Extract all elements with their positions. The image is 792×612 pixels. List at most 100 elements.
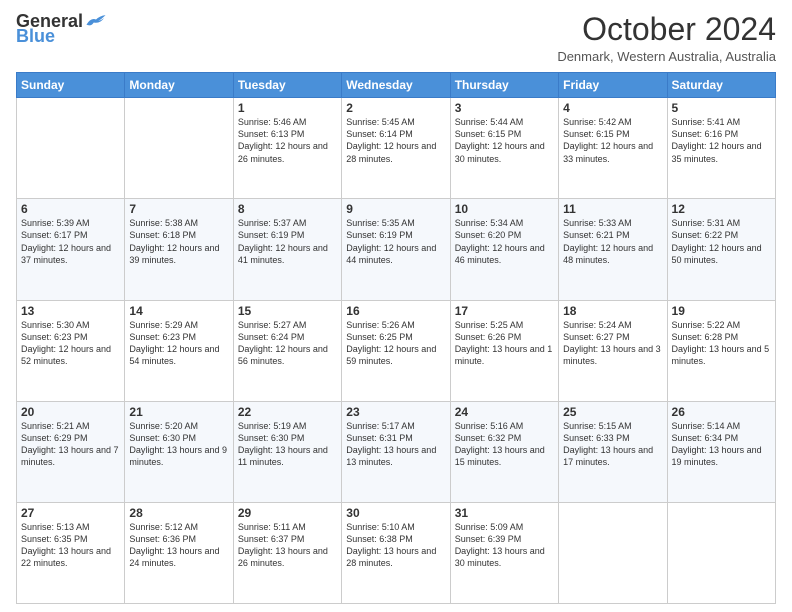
- day-info: Sunrise: 5:16 AM Sunset: 6:32 PM Dayligh…: [455, 420, 554, 469]
- day-number: 31: [455, 506, 554, 520]
- day-number: 16: [346, 304, 445, 318]
- day-number: 27: [21, 506, 120, 520]
- calendar-cell: 12Sunrise: 5:31 AM Sunset: 6:22 PM Dayli…: [667, 199, 775, 300]
- col-sunday: Sunday: [17, 73, 125, 98]
- day-number: 4: [563, 101, 662, 115]
- calendar-cell: 2Sunrise: 5:45 AM Sunset: 6:14 PM Daylig…: [342, 98, 450, 199]
- calendar-week-row: 6Sunrise: 5:39 AM Sunset: 6:17 PM Daylig…: [17, 199, 776, 300]
- day-number: 10: [455, 202, 554, 216]
- col-saturday: Saturday: [667, 73, 775, 98]
- day-info: Sunrise: 5:10 AM Sunset: 6:38 PM Dayligh…: [346, 521, 445, 570]
- col-tuesday: Tuesday: [233, 73, 341, 98]
- col-wednesday: Wednesday: [342, 73, 450, 98]
- day-info: Sunrise: 5:22 AM Sunset: 6:28 PM Dayligh…: [672, 319, 771, 368]
- calendar-cell: 19Sunrise: 5:22 AM Sunset: 6:28 PM Dayli…: [667, 300, 775, 401]
- calendar-cell: 31Sunrise: 5:09 AM Sunset: 6:39 PM Dayli…: [450, 502, 558, 603]
- day-number: 3: [455, 101, 554, 115]
- logo-blue-text: Blue: [16, 26, 55, 47]
- calendar-table: Sunday Monday Tuesday Wednesday Thursday…: [16, 72, 776, 604]
- day-number: 23: [346, 405, 445, 419]
- calendar-cell: 21Sunrise: 5:20 AM Sunset: 6:30 PM Dayli…: [125, 401, 233, 502]
- col-thursday: Thursday: [450, 73, 558, 98]
- calendar-cell: 11Sunrise: 5:33 AM Sunset: 6:21 PM Dayli…: [559, 199, 667, 300]
- day-number: 11: [563, 202, 662, 216]
- calendar-cell: 10Sunrise: 5:34 AM Sunset: 6:20 PM Dayli…: [450, 199, 558, 300]
- calendar-cell: 7Sunrise: 5:38 AM Sunset: 6:18 PM Daylig…: [125, 199, 233, 300]
- calendar-week-row: 1Sunrise: 5:46 AM Sunset: 6:13 PM Daylig…: [17, 98, 776, 199]
- day-info: Sunrise: 5:29 AM Sunset: 6:23 PM Dayligh…: [129, 319, 228, 368]
- calendar-cell: [667, 502, 775, 603]
- calendar-cell: 9Sunrise: 5:35 AM Sunset: 6:19 PM Daylig…: [342, 199, 450, 300]
- day-number: 2: [346, 101, 445, 115]
- col-friday: Friday: [559, 73, 667, 98]
- day-number: 17: [455, 304, 554, 318]
- day-info: Sunrise: 5:33 AM Sunset: 6:21 PM Dayligh…: [563, 217, 662, 266]
- day-number: 7: [129, 202, 228, 216]
- day-info: Sunrise: 5:31 AM Sunset: 6:22 PM Dayligh…: [672, 217, 771, 266]
- day-number: 29: [238, 506, 337, 520]
- day-info: Sunrise: 5:30 AM Sunset: 6:23 PM Dayligh…: [21, 319, 120, 368]
- day-number: 1: [238, 101, 337, 115]
- calendar-cell: 16Sunrise: 5:26 AM Sunset: 6:25 PM Dayli…: [342, 300, 450, 401]
- calendar-cell: 13Sunrise: 5:30 AM Sunset: 6:23 PM Dayli…: [17, 300, 125, 401]
- day-info: Sunrise: 5:12 AM Sunset: 6:36 PM Dayligh…: [129, 521, 228, 570]
- calendar-cell: 24Sunrise: 5:16 AM Sunset: 6:32 PM Dayli…: [450, 401, 558, 502]
- calendar-cell: 4Sunrise: 5:42 AM Sunset: 6:15 PM Daylig…: [559, 98, 667, 199]
- calendar-cell: 29Sunrise: 5:11 AM Sunset: 6:37 PM Dayli…: [233, 502, 341, 603]
- day-info: Sunrise: 5:34 AM Sunset: 6:20 PM Dayligh…: [455, 217, 554, 266]
- calendar-week-row: 13Sunrise: 5:30 AM Sunset: 6:23 PM Dayli…: [17, 300, 776, 401]
- title-block: October 2024 Denmark, Western Australia,…: [557, 12, 776, 64]
- calendar-cell: [125, 98, 233, 199]
- day-info: Sunrise: 5:09 AM Sunset: 6:39 PM Dayligh…: [455, 521, 554, 570]
- col-monday: Monday: [125, 73, 233, 98]
- calendar-cell: 8Sunrise: 5:37 AM Sunset: 6:19 PM Daylig…: [233, 199, 341, 300]
- day-info: Sunrise: 5:27 AM Sunset: 6:24 PM Dayligh…: [238, 319, 337, 368]
- calendar-cell: 18Sunrise: 5:24 AM Sunset: 6:27 PM Dayli…: [559, 300, 667, 401]
- day-number: 8: [238, 202, 337, 216]
- day-number: 19: [672, 304, 771, 318]
- day-info: Sunrise: 5:17 AM Sunset: 6:31 PM Dayligh…: [346, 420, 445, 469]
- day-info: Sunrise: 5:24 AM Sunset: 6:27 PM Dayligh…: [563, 319, 662, 368]
- day-info: Sunrise: 5:42 AM Sunset: 6:15 PM Dayligh…: [563, 116, 662, 165]
- day-info: Sunrise: 5:45 AM Sunset: 6:14 PM Dayligh…: [346, 116, 445, 165]
- calendar-cell: 23Sunrise: 5:17 AM Sunset: 6:31 PM Dayli…: [342, 401, 450, 502]
- calendar-cell: 26Sunrise: 5:14 AM Sunset: 6:34 PM Dayli…: [667, 401, 775, 502]
- header: General Blue October 2024 Denmark, Weste…: [16, 12, 776, 64]
- calendar-cell: 6Sunrise: 5:39 AM Sunset: 6:17 PM Daylig…: [17, 199, 125, 300]
- day-info: Sunrise: 5:38 AM Sunset: 6:18 PM Dayligh…: [129, 217, 228, 266]
- calendar-cell: 22Sunrise: 5:19 AM Sunset: 6:30 PM Dayli…: [233, 401, 341, 502]
- calendar-cell: 27Sunrise: 5:13 AM Sunset: 6:35 PM Dayli…: [17, 502, 125, 603]
- calendar-cell: 28Sunrise: 5:12 AM Sunset: 6:36 PM Dayli…: [125, 502, 233, 603]
- logo: General Blue: [16, 12, 107, 47]
- calendar-cell: 15Sunrise: 5:27 AM Sunset: 6:24 PM Dayli…: [233, 300, 341, 401]
- day-number: 30: [346, 506, 445, 520]
- day-number: 26: [672, 405, 771, 419]
- subtitle: Denmark, Western Australia, Australia: [557, 49, 776, 64]
- day-info: Sunrise: 5:21 AM Sunset: 6:29 PM Dayligh…: [21, 420, 120, 469]
- day-number: 24: [455, 405, 554, 419]
- calendar-cell: 25Sunrise: 5:15 AM Sunset: 6:33 PM Dayli…: [559, 401, 667, 502]
- day-number: 15: [238, 304, 337, 318]
- calendar-cell: 1Sunrise: 5:46 AM Sunset: 6:13 PM Daylig…: [233, 98, 341, 199]
- page: General Blue October 2024 Denmark, Weste…: [0, 0, 792, 612]
- day-info: Sunrise: 5:19 AM Sunset: 6:30 PM Dayligh…: [238, 420, 337, 469]
- day-number: 6: [21, 202, 120, 216]
- logo-bird-icon: [85, 13, 107, 29]
- day-number: 20: [21, 405, 120, 419]
- day-info: Sunrise: 5:39 AM Sunset: 6:17 PM Dayligh…: [21, 217, 120, 266]
- day-number: 21: [129, 405, 228, 419]
- day-info: Sunrise: 5:20 AM Sunset: 6:30 PM Dayligh…: [129, 420, 228, 469]
- day-info: Sunrise: 5:37 AM Sunset: 6:19 PM Dayligh…: [238, 217, 337, 266]
- calendar-week-row: 27Sunrise: 5:13 AM Sunset: 6:35 PM Dayli…: [17, 502, 776, 603]
- calendar-cell: 14Sunrise: 5:29 AM Sunset: 6:23 PM Dayli…: [125, 300, 233, 401]
- day-number: 12: [672, 202, 771, 216]
- day-number: 28: [129, 506, 228, 520]
- calendar-cell: 20Sunrise: 5:21 AM Sunset: 6:29 PM Dayli…: [17, 401, 125, 502]
- day-number: 22: [238, 405, 337, 419]
- day-number: 9: [346, 202, 445, 216]
- day-number: 18: [563, 304, 662, 318]
- calendar-cell: 3Sunrise: 5:44 AM Sunset: 6:15 PM Daylig…: [450, 98, 558, 199]
- day-info: Sunrise: 5:26 AM Sunset: 6:25 PM Dayligh…: [346, 319, 445, 368]
- day-info: Sunrise: 5:46 AM Sunset: 6:13 PM Dayligh…: [238, 116, 337, 165]
- day-number: 25: [563, 405, 662, 419]
